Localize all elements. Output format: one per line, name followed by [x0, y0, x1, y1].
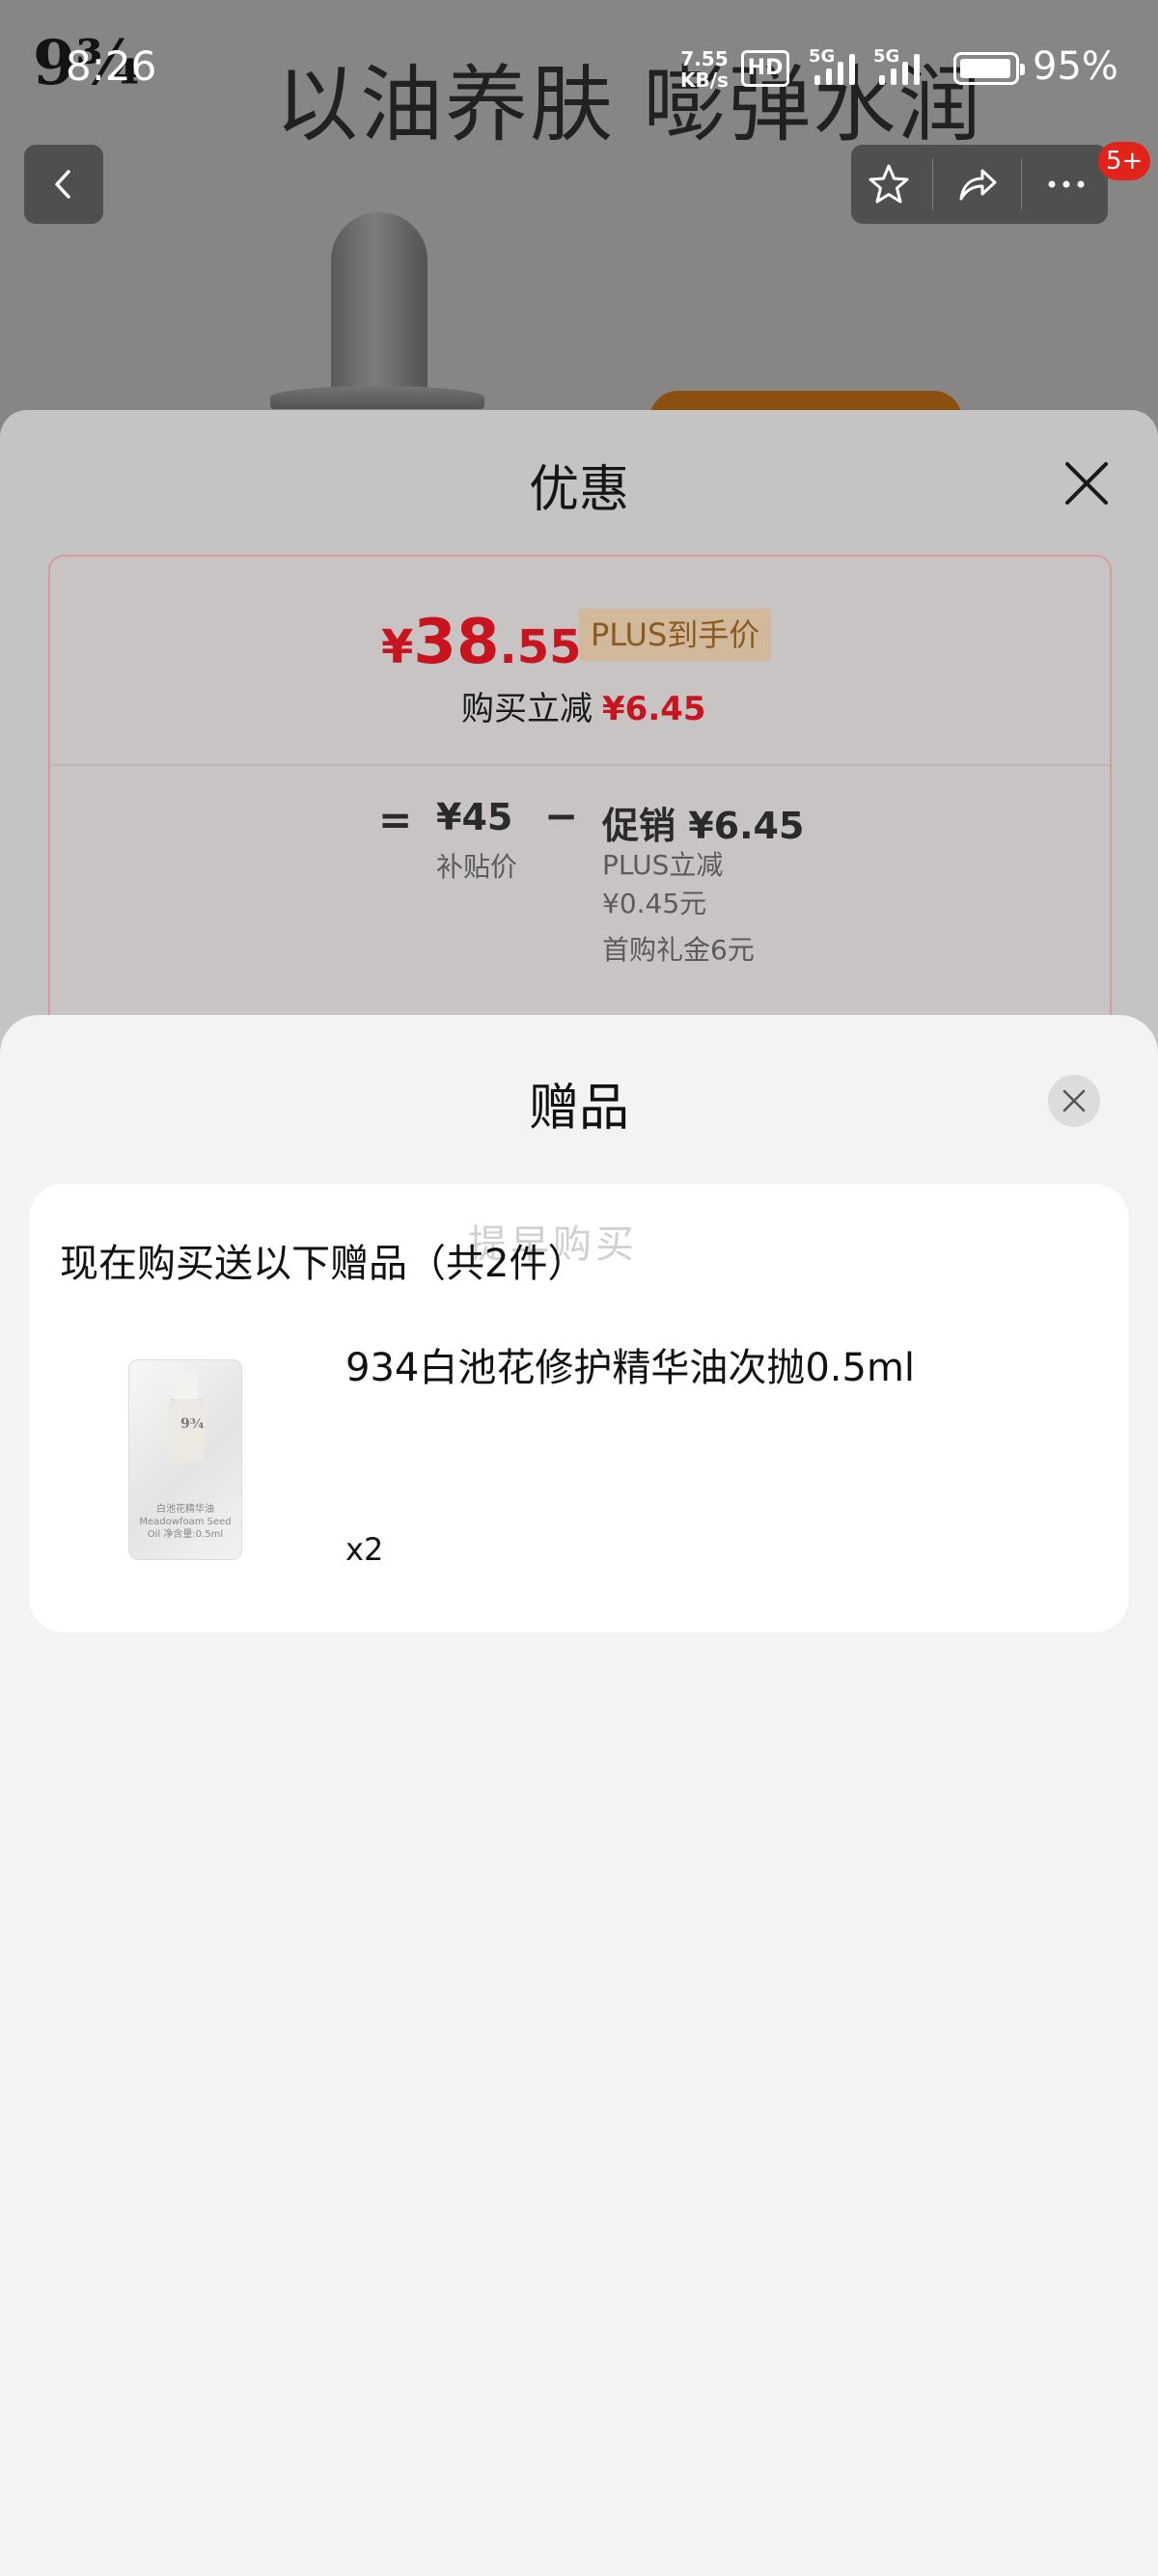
signal-icon-sim2: 5G — [873, 46, 927, 85]
instant-reduction: 购买立减 ¥6.45 — [461, 682, 706, 729]
star-icon[interactable] — [867, 162, 911, 206]
gift-sheet: 赠品 提早购买 现在购买送以下赠品（共2件） 9¾ 白池花精华油 Meadowf… — [0, 1015, 1158, 2576]
gift-list-header: 现在购买送以下赠品（共2件） — [60, 1242, 587, 1286]
close-icon[interactable] — [1060, 456, 1114, 510]
status-bar: 8:26 7.55 KB/s HD 5G 5G 95% — [0, 0, 1158, 125]
network-speed: 7.55 KB/s — [680, 48, 729, 91]
status-time: 8:26 — [66, 42, 157, 90]
first-purchase-gift-detail: 首购礼金6元 — [602, 934, 755, 966]
subsidy-price: ¥45 — [436, 796, 513, 838]
network-speed-unit: KB/s — [680, 69, 729, 92]
gift-product-image: 9¾ 白池花精华油 Meadowfoam Seed Oil 净含量:0.5ml — [128, 1359, 242, 1560]
gift-product-name: 934白池花修护精华油次抛0.5ml — [345, 1346, 916, 1390]
network-speed-value: 7.55 — [680, 47, 729, 70]
sim1-label: 5G — [809, 46, 836, 67]
final-price-decimal: .55 — [499, 620, 582, 674]
discount-sheet-title: 优惠 — [528, 461, 629, 519]
close-icon — [1062, 1089, 1086, 1112]
top-nav-actions — [851, 145, 1108, 224]
final-price-currency: ¥ — [381, 620, 414, 674]
gift-image-logo: 9¾ — [180, 1416, 205, 1432]
battery-percent: 95% — [1033, 44, 1118, 89]
battery-icon — [953, 52, 1025, 85]
hd-icon: HD — [741, 50, 789, 87]
gift-quantity: x2 — [345, 1531, 384, 1568]
instant-reduction-label: 购买立减 — [461, 690, 593, 728]
signal-icon-sim1: 5G — [809, 46, 863, 85]
instant-reduction-amount: ¥6.45 — [602, 690, 706, 728]
promotion-total: 促销 ¥6.45 — [602, 805, 805, 847]
sim2-label: 5G — [873, 46, 900, 67]
more-icon[interactable] — [1044, 162, 1089, 206]
subsidy-label: 补贴价 — [436, 851, 518, 883]
final-price-integer: 38 — [413, 607, 500, 678]
share-icon[interactable] — [955, 162, 1000, 206]
discount-breakdown-card: ¥38.55 PLUS到手价 购买立减 ¥6.45 = ¥45 补贴价 − 促销 … — [48, 555, 1112, 1095]
gift-image-print: 白池花精华油 Meadowfoam Seed Oil 净含量:0.5ml — [139, 1504, 232, 1540]
card-divider — [50, 764, 1110, 766]
cart-count-badge: 5+ — [1098, 142, 1151, 180]
final-price: ¥38.55 — [381, 607, 582, 678]
gift-close-button[interactable] — [1048, 1075, 1100, 1127]
back-button[interactable] — [24, 145, 103, 224]
plus-price-tag: PLUS到手价 — [579, 609, 772, 661]
gift-sheet-title: 赠品 — [528, 1080, 629, 1137]
back-icon — [55, 170, 70, 199]
gift-list-card: 提早购买 现在购买送以下赠品（共2件） 9¾ 白池花精华油 Meadowfoam… — [29, 1184, 1129, 1632]
minus-sign: − — [544, 792, 579, 839]
plus-reduction-detail: PLUS立减¥0.45元 — [602, 849, 724, 919]
equals-sign: = — [378, 796, 413, 843]
